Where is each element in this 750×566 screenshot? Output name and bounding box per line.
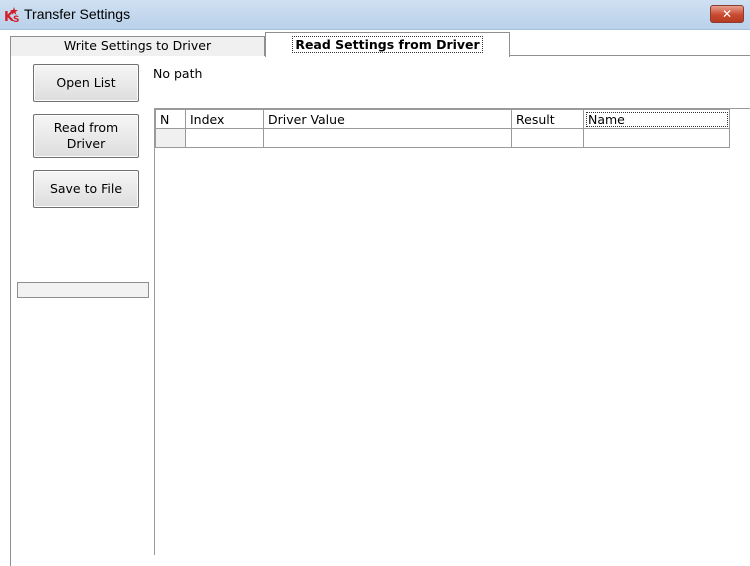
- table-header-row: N Index Driver Value Result Name: [155, 109, 730, 129]
- save-to-file-label: Save to File: [49, 181, 123, 196]
- read-settings-pane: Open List Read from Driver Save to File …: [10, 56, 750, 566]
- column-header-name[interactable]: Name: [583, 109, 730, 129]
- progress-bar: [17, 282, 149, 298]
- table-cell-driver-value[interactable]: [263, 128, 512, 148]
- transfer-settings-window: K S Transfer Settings ✕ Write Settings t…: [0, 0, 750, 566]
- tab-write-settings[interactable]: Write Settings to Driver: [10, 36, 265, 56]
- table-cell-index[interactable]: [185, 128, 264, 148]
- save-to-file-button[interactable]: Save to File: [33, 170, 139, 208]
- svg-text:S: S: [13, 15, 19, 24]
- column-header-driver-value[interactable]: Driver Value: [263, 109, 512, 129]
- open-list-label: Open List: [56, 75, 116, 90]
- tab-strip: Write Settings to Driver Read Settings f…: [10, 32, 750, 57]
- read-from-driver-button[interactable]: Read from Driver: [33, 114, 139, 158]
- settings-grid-area[interactable]: N Index Driver Value Result Name: [154, 108, 750, 555]
- path-label: No path: [153, 66, 203, 81]
- title-bar: K S Transfer Settings ✕: [0, 0, 750, 30]
- table-row[interactable]: [155, 128, 730, 148]
- table-cell-name[interactable]: [583, 128, 730, 148]
- column-header-index[interactable]: Index: [185, 109, 264, 129]
- table-cell-result[interactable]: [511, 128, 584, 148]
- table-cell-n[interactable]: [155, 128, 186, 148]
- column-header-n[interactable]: N: [155, 109, 186, 129]
- ks-app-icon: K S: [4, 7, 19, 24]
- read-from-driver-label: Read from Driver: [53, 120, 119, 151]
- tab-label: Read Settings from Driver: [292, 36, 483, 53]
- tab-label: Write Settings to Driver: [63, 38, 212, 53]
- open-list-button[interactable]: Open List: [33, 64, 139, 102]
- close-button[interactable]: ✕: [710, 5, 744, 23]
- tab-read-settings[interactable]: Read Settings from Driver: [265, 32, 510, 57]
- window-title: Transfer Settings: [24, 6, 131, 22]
- settings-table[interactable]: N Index Driver Value Result Name: [155, 109, 730, 148]
- close-icon: ✕: [721, 7, 733, 21]
- column-header-result[interactable]: Result: [511, 109, 584, 129]
